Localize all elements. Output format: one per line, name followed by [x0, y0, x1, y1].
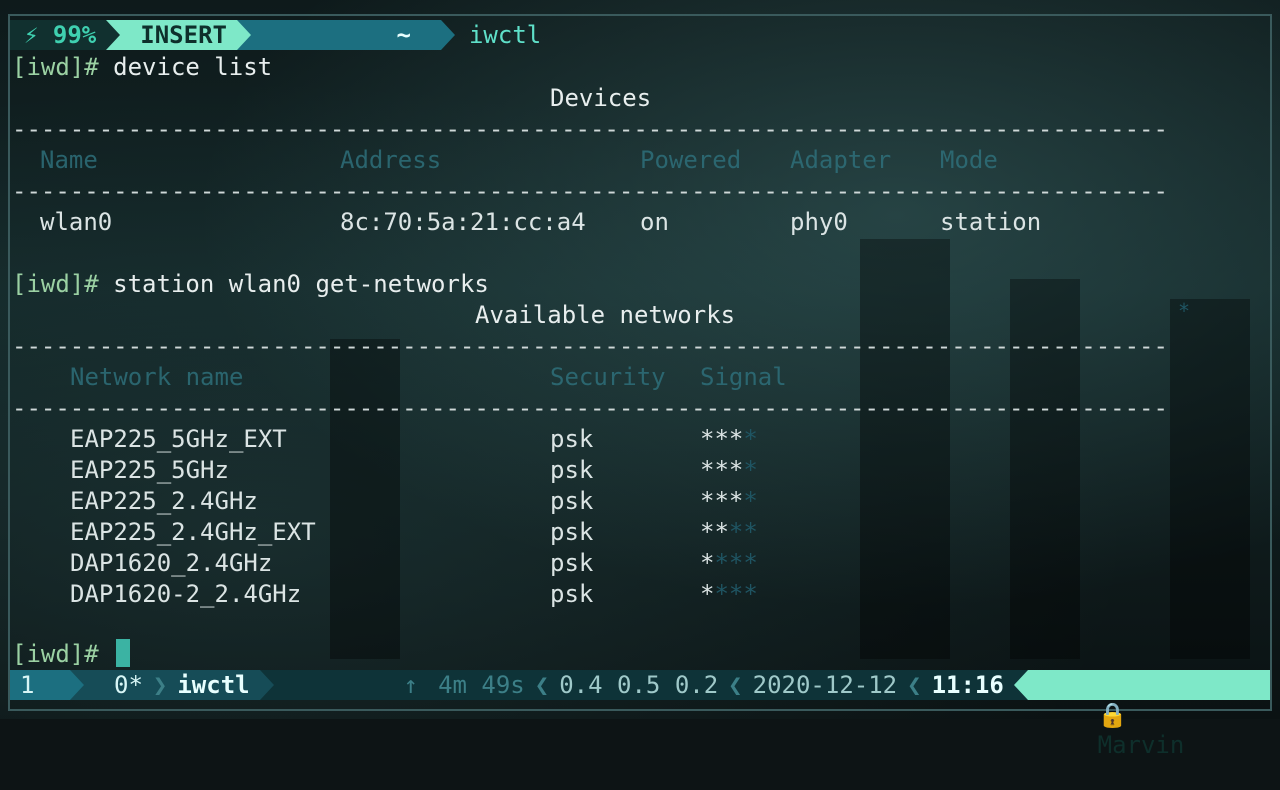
column-header: Adapter: [790, 146, 892, 174]
network-name: DAP1620_2.4GHz: [70, 549, 273, 577]
column-header: Security: [550, 363, 666, 391]
signal-strength: ****: [700, 549, 758, 577]
table-divider: ----------------------------------------…: [12, 394, 1168, 422]
elapsed-time: 4m 49s: [438, 671, 525, 699]
chevron-left-icon: ❮: [534, 671, 550, 699]
column-header: Address: [340, 146, 442, 174]
network-name: EAP225_2.4GHz: [70, 487, 258, 515]
device-powered: on: [640, 208, 669, 236]
segment-separator: [106, 20, 121, 50]
table-divider: ----------------------------------------…: [12, 177, 1168, 205]
devices-title: Devices: [550, 84, 652, 112]
device-name: wlan0: [40, 208, 113, 236]
device-adapter: phy0: [790, 208, 848, 236]
networks-title: Available networks: [475, 301, 736, 329]
window-tab-0[interactable]: 0*: [84, 670, 153, 700]
column-header: Powered: [640, 146, 742, 174]
decorative-star: *: [1178, 299, 1191, 323]
chevron-left-icon: ❮: [907, 671, 922, 699]
network-security: psk: [550, 549, 594, 577]
column-header: Signal: [700, 363, 787, 391]
battery-level: 99%: [52, 21, 97, 49]
network-name: EAP225_5GHz_EXT: [70, 425, 287, 453]
username: Marvin: [1097, 731, 1185, 759]
network-security: psk: [550, 518, 594, 546]
prompt-line: [iwd]# station wlan0 get-networks: [12, 269, 489, 299]
device-address: 8c:70:5a:21:cc:a4: [340, 208, 586, 236]
segment-separator: [236, 20, 251, 50]
battery-segment: ⚡ 99%: [10, 20, 107, 50]
signal-strength: ****: [700, 518, 758, 546]
segment-separator: [1013, 670, 1028, 700]
up-arrow-icon: ↑: [403, 671, 419, 699]
current-directory: ~: [250, 20, 441, 50]
text-cursor[interactable]: [116, 639, 130, 667]
window-tab-1[interactable]: iwctl: [167, 670, 260, 700]
running-program: iwctl: [468, 21, 542, 49]
top-status-bar: ⚡ 99% INSERT ~ iwctl: [10, 20, 541, 50]
signal-strength: ****: [700, 456, 758, 484]
shell-prompt: [iwd]#: [12, 640, 99, 668]
clock: 11:16: [921, 670, 1014, 700]
shell-prompt: [iwd]#: [12, 270, 99, 298]
shell-prompt: [iwd]#: [12, 53, 99, 81]
column-header: Name: [40, 146, 98, 174]
network-security: psk: [550, 456, 594, 484]
column-header: Network name: [70, 363, 244, 391]
command-text: station wlan0 get-networks: [113, 270, 489, 298]
table-divider: ----------------------------------------…: [12, 115, 1168, 143]
command-text: device list: [113, 53, 273, 81]
table-divider: ----------------------------------------…: [12, 332, 1168, 360]
signal-strength: ****: [700, 487, 758, 515]
segment-separator: [70, 670, 84, 700]
device-mode: station: [940, 208, 1042, 236]
network-name: EAP225_5GHz: [70, 456, 229, 484]
segment-separator: [259, 670, 274, 700]
load-average: 0.4 0.5 0.2: [549, 670, 729, 700]
chevron-left-icon: ❮: [728, 671, 743, 699]
prompt-line: [iwd]# device list: [12, 52, 272, 82]
bottom-status-bar: 1 0* ❯ iwctl ↑ 4m 49s ❮ 0.4 0.5 0.2 ❮ 20…: [10, 670, 1270, 759]
signal-strength: ****: [700, 425, 758, 453]
user-segment: 🔒 Marvin: [1027, 670, 1270, 759]
chevron-right-icon: ❯: [152, 670, 168, 700]
mode-indicator: INSERT: [120, 20, 237, 50]
segment-separator: [440, 20, 455, 50]
lock-icon: 🔒: [1097, 701, 1128, 729]
column-header: Mode: [940, 146, 998, 174]
network-security: psk: [550, 580, 594, 608]
network-security: psk: [550, 425, 594, 453]
date: 2020-12-12: [742, 670, 908, 700]
lightning-icon: ⚡: [24, 21, 39, 49]
session-number[interactable]: 1: [10, 670, 70, 700]
prompt-line[interactable]: [iwd]#: [12, 639, 99, 669]
network-security: psk: [550, 487, 594, 515]
network-name: DAP1620-2_2.4GHz: [70, 580, 302, 608]
network-name: EAP225_2.4GHz_EXT: [70, 518, 316, 546]
signal-strength: ****: [700, 580, 758, 608]
